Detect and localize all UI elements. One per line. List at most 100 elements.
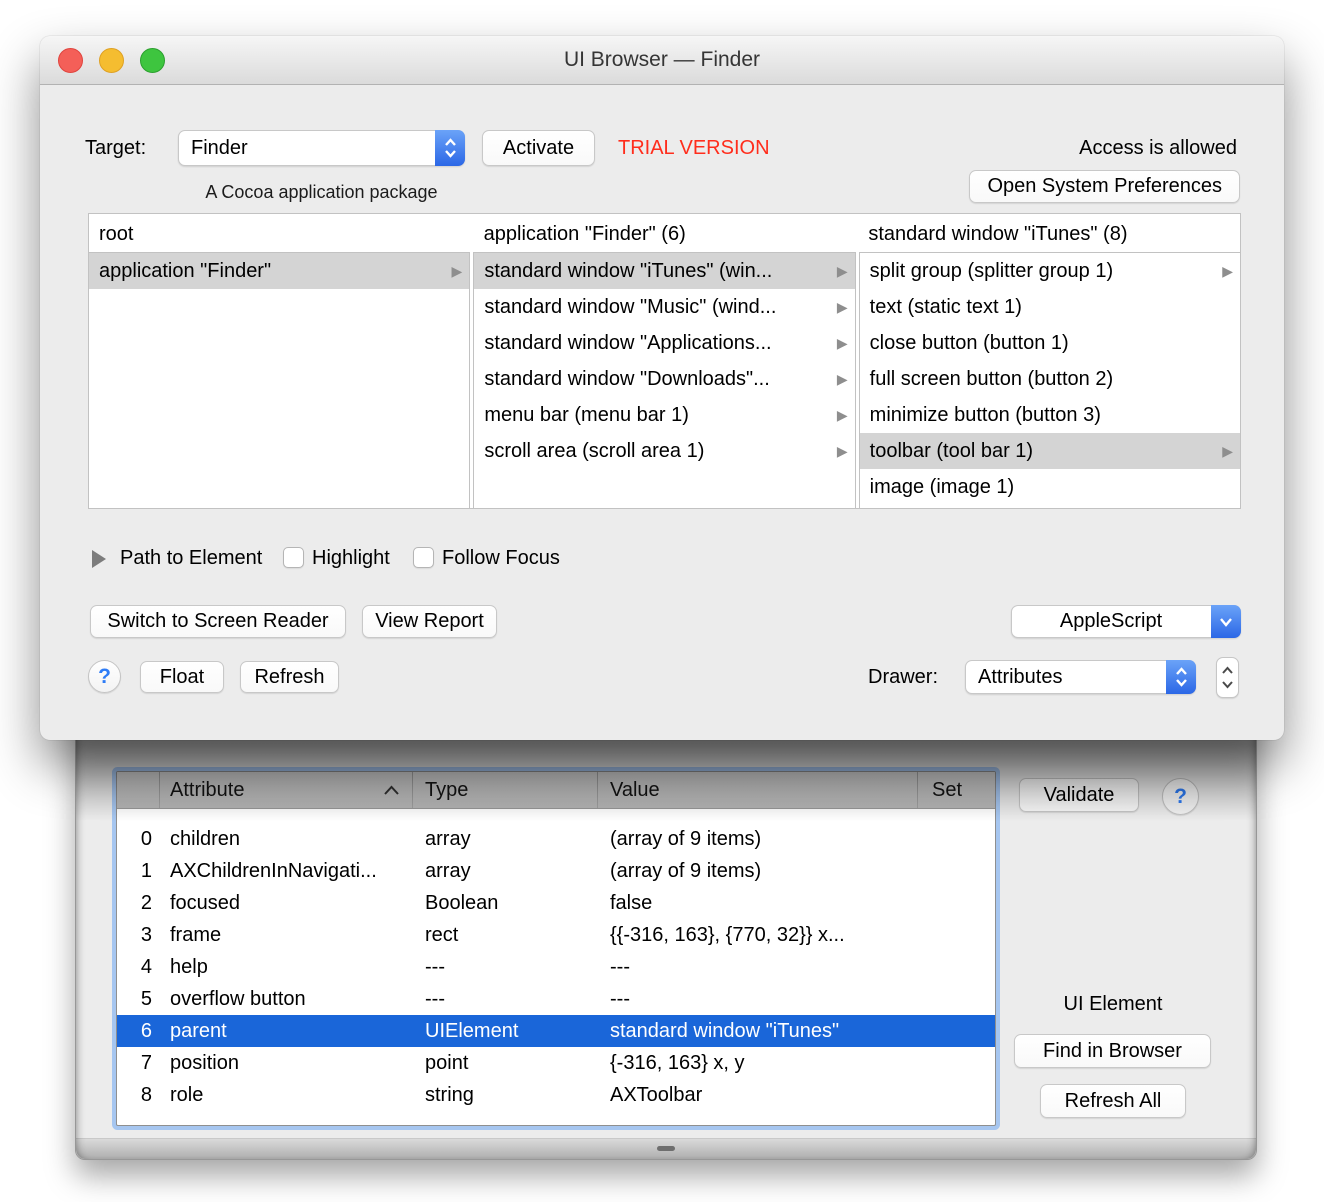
table-row[interactable]: 8 role string AXToolbar [117,1079,995,1111]
target-popup[interactable]: Finder [178,130,465,166]
value-column-header[interactable]: Value [597,772,917,808]
type-column-header[interactable]: Type [412,772,597,808]
window-title: UI Browser — Finder [563,48,761,71]
drawer-resize-handle[interactable] [657,1146,675,1151]
value-cell: (array of 9 items) [610,828,762,850]
chevron-right-icon: ▶ [836,335,848,351]
main-window: UI Browser — Finder Target: Finder Activ… [40,36,1284,740]
chevron-right-icon: ▶ [836,299,848,315]
open-system-preferences-label: Open System Preferences [987,175,1222,197]
view-report-button[interactable]: View Report [362,605,497,638]
titlebar[interactable]: UI Browser — Finder [40,36,1284,85]
browser-column: standard window "iTunes" (win... ▶ standar… [473,252,856,508]
find-in-browser-button[interactable]: Find in Browser [1014,1034,1211,1068]
value-column-label: Value [610,778,660,801]
open-system-preferences-button[interactable]: Open System Preferences [969,170,1240,203]
table-row[interactable]: 1 AXChildrenInNavigati... array (array of 9… [117,855,995,887]
close-window-button[interactable] [58,47,83,73]
browser-item[interactable]: menu bar (menu bar 1) ▶ [474,397,854,433]
attribute-table-header: Attribute Type Value Set [117,772,995,809]
row-index-cell: 1 [140,860,152,882]
validate-label: Validate [1043,783,1115,806]
type-cell: string [425,1084,474,1106]
browser-item-label: close button (button 1) [869,332,1069,354]
highlight-label[interactable]: Highlight [312,546,390,570]
chevron-right-icon: ▶ [451,263,463,279]
browser-item[interactable]: standard window "iTunes" (win... ▶ [474,253,855,289]
attribute-cell: focused [170,892,241,914]
browser-item-label: toolbar (tool bar 1) [869,440,1034,462]
attribute-column-header[interactable]: Attribute [159,772,412,808]
browser-item-label: application "Finder" [99,260,272,282]
activate-label: Activate [502,136,575,159]
browser-item[interactable]: image (image 1) [860,469,1240,505]
attribute-cell: parent [170,1020,227,1042]
index-column-header[interactable] [117,772,159,808]
row-index-cell: 0 [140,828,152,850]
row-index-cell: 7 [140,1052,152,1074]
validate-button[interactable]: Validate [1019,778,1139,812]
table-row[interactable]: 2 focused Boolean false [117,887,995,919]
chevron-right-icon: ▶ [836,407,848,423]
float-button[interactable]: Float [140,661,224,693]
type-cell: array [425,828,471,850]
refresh-button[interactable]: Refresh [240,661,339,693]
drawer-help-button[interactable]: ? [1162,778,1199,815]
switch-to-screen-reader-button[interactable]: Switch to Screen Reader [90,605,346,638]
value-cell: {{-316, 163}, {770, 32}} x... [610,924,845,946]
row-index-cell: 5 [140,988,152,1010]
browser-item-label: text (static text 1) [869,296,1022,318]
help-button[interactable]: ? [88,660,121,693]
row-index-cell: 8 [140,1084,152,1106]
browser-column-header: root [99,223,134,245]
browser-item[interactable]: split group (splitter group 1) ▶ [860,253,1240,289]
table-row[interactable]: 3 frame rect {{-316, 163}, {770, 32}} x... [117,919,995,951]
browser-item[interactable]: standard window "Applications... ▶ [474,325,854,361]
highlight-checkbox[interactable] [283,547,304,568]
browser-item[interactable]: close button (button 1) [860,325,1240,361]
browser-item[interactable]: full screen button (button 2) [860,361,1240,397]
chevron-right-icon: ▶ [836,371,848,387]
follow-focus-checkbox[interactable] [413,547,434,568]
type-cell: rect [425,924,459,946]
follow-focus-label[interactable]: Follow Focus [442,546,560,570]
view-report-label: View Report [375,610,484,632]
activate-button[interactable]: Activate [482,130,595,166]
value-cell: --- [610,956,630,978]
table-row[interactable]: 5 overflow button --- --- [117,983,995,1015]
type-column-label: Type [425,778,469,801]
set-cell [917,855,995,887]
browser-item[interactable]: scroll area (scroll area 1) ▶ [474,433,854,469]
element-browser: root application "Finder" (6) standard win… [88,213,1241,509]
zoom-window-button[interactable] [140,47,165,73]
table-row[interactable]: 4 help --- --- [117,951,995,983]
table-row[interactable]: 6 parent UIElement standard window "iTunes" [117,1015,995,1047]
browser-item[interactable]: toolbar (tool bar 1) ▶ [859,433,1240,469]
browser-column: split group (splitter group 1) ▶ text (sta… [858,252,1240,508]
drawer-stepper[interactable] [1216,657,1239,698]
attribute-cell: position [170,1052,239,1074]
browser-item[interactable]: text (static text 1) [860,289,1240,325]
browser-columns: application "Finder" ▶ standard window "iT… [89,252,1240,508]
browser-item[interactable]: minimize button (button 3) [860,397,1240,433]
browser-item-label: minimize button (button 3) [869,404,1101,426]
browser-item[interactable]: standard window "Downloads"... ▶ [474,361,854,397]
question-mark-icon: ? [1174,784,1187,808]
browser-item-label: standard window "Applications... [484,332,772,354]
browser-item-label: standard window "Downloads"... [484,368,770,390]
table-row[interactable]: 7 position point {-316, 163} x, y [117,1047,995,1079]
drawer-popup[interactable]: Attributes [965,660,1196,694]
value-cell: false [610,892,653,914]
disclosure-triangle-icon[interactable] [92,550,106,568]
table-row[interactable]: 0 children array (array of 9 items) [117,823,995,855]
browser-item-label: split group (splitter group 1) [869,260,1114,282]
row-index-cell: 6 [140,1020,152,1042]
applescript-pulldown[interactable]: AppleScript [1011,605,1241,638]
refresh-all-button[interactable]: Refresh All [1040,1084,1186,1118]
browser-item[interactable]: application "Finder" ▶ [89,253,470,289]
attribute-cell: overflow button [170,988,306,1010]
set-column-header[interactable]: Set [917,772,995,808]
minimize-window-button[interactable] [99,47,124,73]
set-cell [917,919,995,951]
browser-item[interactable]: standard window "Music" (wind... ▶ [474,289,854,325]
